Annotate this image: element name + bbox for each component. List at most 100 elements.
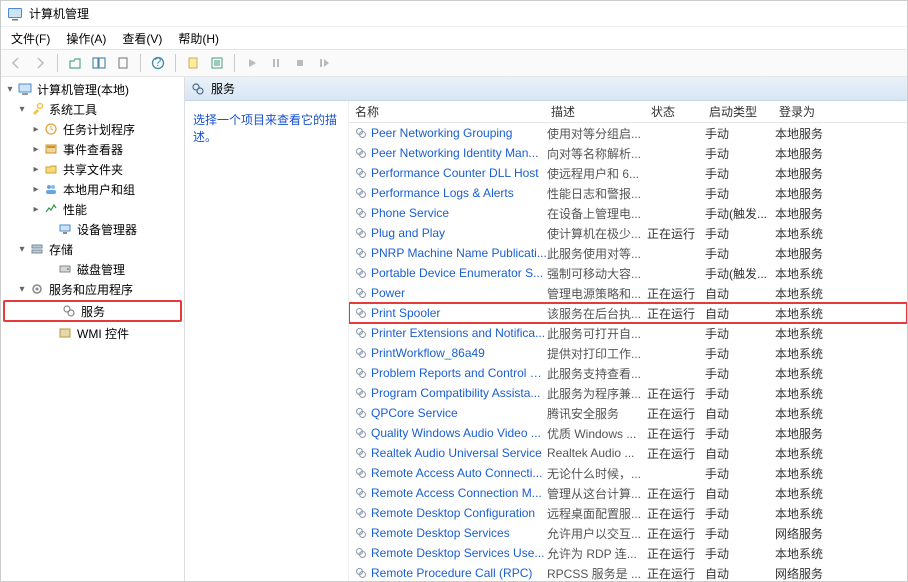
tree-performance[interactable]: ▸ 性能 bbox=[1, 199, 184, 219]
service-desc: 远程桌面配置服... bbox=[547, 505, 647, 522]
tree-wmi[interactable]: WMI 控件 bbox=[1, 323, 184, 343]
tree-root[interactable]: ▾ 计算机管理(本地) bbox=[1, 79, 184, 99]
service-row[interactable]: Realtek Audio Universal ServiceRealtek A… bbox=[349, 443, 907, 463]
service-status: 正在运行 bbox=[647, 485, 705, 502]
pause-service-button[interactable] bbox=[265, 52, 287, 74]
up-level-button[interactable] bbox=[64, 52, 86, 74]
collapse-icon[interactable]: ▾ bbox=[15, 244, 29, 255]
tree-services-apps[interactable]: ▾ 服务和应用程序 bbox=[1, 279, 184, 299]
tree-event-viewer[interactable]: ▸ 事件查看器 bbox=[1, 139, 184, 159]
service-row[interactable]: Remote Access Auto Connecti...无论什么时候，...… bbox=[349, 463, 907, 483]
service-desc: 强制可移动大容... bbox=[547, 265, 647, 282]
menu-action[interactable]: 操作(A) bbox=[58, 30, 114, 47]
tree-device-manager[interactable]: 设备管理器 bbox=[1, 219, 184, 239]
collapse-icon[interactable]: ▾ bbox=[15, 284, 29, 295]
tree-storage[interactable]: ▾ 存储 bbox=[1, 239, 184, 259]
tree-services[interactable]: 服务 bbox=[3, 300, 182, 322]
service-row[interactable]: Printer Extensions and Notifica...此服务可打开… bbox=[349, 323, 907, 343]
service-icon bbox=[353, 165, 369, 181]
col-name[interactable]: 名称 bbox=[351, 103, 547, 120]
export-list-button[interactable] bbox=[112, 52, 134, 74]
service-row[interactable]: Remote Procedure Call (RPC)RPCSS 服务是 ...… bbox=[349, 563, 907, 581]
service-status: 正在运行 bbox=[647, 425, 705, 442]
service-logon: 本地系统 bbox=[775, 385, 835, 402]
service-row[interactable]: Peer Networking Identity Man...向对等名称解析..… bbox=[349, 143, 907, 163]
service-status: 正在运行 bbox=[647, 385, 705, 402]
service-row[interactable]: Remote Desktop Services Use...允许为 RDP 连.… bbox=[349, 543, 907, 563]
service-name: QPCore Service bbox=[371, 406, 547, 420]
service-icon bbox=[353, 385, 369, 401]
service-row[interactable]: Power管理电源策略和...正在运行自动本地系统 bbox=[349, 283, 907, 303]
services-icon bbox=[191, 82, 205, 96]
col-logon[interactable]: 登录为 bbox=[775, 103, 835, 120]
collapse-icon[interactable]: ▾ bbox=[15, 104, 29, 115]
navigation-tree[interactable]: ▾ 计算机管理(本地) ▾ 系统工具 ▸ 任务计划程序 ▸ 事件查看器 ▸ 共享… bbox=[1, 77, 185, 581]
restart-service-button[interactable] bbox=[313, 52, 335, 74]
col-startup[interactable]: 启动类型 bbox=[705, 103, 775, 120]
tree-system-tools[interactable]: ▾ 系统工具 bbox=[1, 99, 184, 119]
service-icon bbox=[353, 345, 369, 361]
service-status: 正在运行 bbox=[647, 565, 705, 582]
toolbar-separator bbox=[57, 54, 58, 72]
service-row[interactable]: Portable Device Enumerator S...强制可移动大容..… bbox=[349, 263, 907, 283]
services-list[interactable]: 名称 描述 状态 启动类型 登录为 Peer Networking Groupi… bbox=[349, 101, 907, 581]
start-service-button[interactable] bbox=[241, 52, 263, 74]
service-desc: 性能日志和警报... bbox=[547, 185, 647, 202]
menu-view[interactable]: 查看(V) bbox=[114, 30, 170, 47]
service-name: Realtek Audio Universal Service bbox=[371, 446, 547, 460]
tree-local-users[interactable]: ▸ 本地用户和组 bbox=[1, 179, 184, 199]
service-status: 正在运行 bbox=[647, 305, 705, 322]
menu-help[interactable]: 帮助(H) bbox=[170, 30, 227, 47]
help-button[interactable]: ? bbox=[147, 52, 169, 74]
service-row[interactable]: Remote Desktop Configuration远程桌面配置服...正在… bbox=[349, 503, 907, 523]
tree-task-scheduler[interactable]: ▸ 任务计划程序 bbox=[1, 119, 184, 139]
service-logon: 本地服务 bbox=[775, 425, 835, 442]
show-hide-tree-button[interactable] bbox=[88, 52, 110, 74]
menu-file[interactable]: 文件(F) bbox=[3, 30, 58, 47]
service-row[interactable]: Peer Networking Grouping使用对等分组启...手动本地服务 bbox=[349, 123, 907, 143]
service-icon bbox=[353, 265, 369, 281]
expand-icon[interactable]: ▸ bbox=[29, 204, 43, 215]
service-row[interactable]: Performance Logs & Alerts性能日志和警报...手动本地服… bbox=[349, 183, 907, 203]
service-row[interactable]: Phone Service在设备上管理电...手动(触发...本地服务 bbox=[349, 203, 907, 223]
service-logon: 本地服务 bbox=[775, 125, 835, 142]
nav-forward-button[interactable] bbox=[29, 52, 51, 74]
refresh-button[interactable] bbox=[206, 52, 228, 74]
col-status[interactable]: 状态 bbox=[647, 103, 705, 120]
tree-label: 存储 bbox=[49, 241, 73, 258]
expand-icon[interactable]: ▸ bbox=[29, 144, 43, 155]
service-startup: 自动 bbox=[705, 405, 775, 422]
service-logon: 本地系统 bbox=[775, 465, 835, 482]
services-apps-icon bbox=[29, 281, 45, 297]
service-row[interactable]: PrintWorkflow_86a49提供对打印工作...手动本地系统 bbox=[349, 343, 907, 363]
service-row[interactable]: Remote Access Connection M...管理从这台计算...正… bbox=[349, 483, 907, 503]
col-desc[interactable]: 描述 bbox=[547, 103, 647, 120]
stop-service-button[interactable] bbox=[289, 52, 311, 74]
service-status: 正在运行 bbox=[647, 225, 705, 242]
service-row[interactable]: Remote Desktop Services允许用户以交互...正在运行手动网… bbox=[349, 523, 907, 543]
nav-back-button[interactable] bbox=[5, 52, 27, 74]
service-row[interactable]: Plug and Play使计算机在极少...正在运行手动本地系统 bbox=[349, 223, 907, 243]
service-row[interactable]: Quality Windows Audio Video ...优质 Window… bbox=[349, 423, 907, 443]
expand-icon[interactable]: ▸ bbox=[29, 164, 43, 175]
service-row[interactable]: Print Spooler该服务在后台执...正在运行自动本地系统 bbox=[349, 303, 907, 323]
service-row[interactable]: Problem Reports and Control Pane...此服务支持… bbox=[349, 363, 907, 383]
expand-icon[interactable]: ▸ bbox=[29, 124, 43, 135]
service-name: PrintWorkflow_86a49 bbox=[371, 346, 547, 360]
tree-shared-folders[interactable]: ▸ 共享文件夹 bbox=[1, 159, 184, 179]
service-icon bbox=[353, 565, 369, 581]
services-list-body[interactable]: Peer Networking Grouping使用对等分组启...手动本地服务… bbox=[349, 123, 907, 581]
service-name: Peer Networking Grouping bbox=[371, 126, 547, 140]
service-row[interactable]: Performance Counter DLL Host使远程用户和 6...手… bbox=[349, 163, 907, 183]
expand-icon[interactable]: ▸ bbox=[29, 184, 43, 195]
column-headers[interactable]: 名称 描述 状态 启动类型 登录为 bbox=[349, 101, 907, 123]
service-desc: 腾讯安全服务 bbox=[547, 405, 647, 422]
service-row[interactable]: Program Compatibility Assista...此服务为程序兼.… bbox=[349, 383, 907, 403]
tree-disk-management[interactable]: 磁盘管理 bbox=[1, 259, 184, 279]
collapse-icon[interactable]: ▾ bbox=[3, 84, 17, 95]
service-row[interactable]: QPCore Service腾讯安全服务正在运行自动本地系统 bbox=[349, 403, 907, 423]
service-row[interactable]: PNRP Machine Name Publicati...此服务使用对等...… bbox=[349, 243, 907, 263]
properties-button[interactable] bbox=[182, 52, 204, 74]
service-startup: 自动 bbox=[705, 445, 775, 462]
service-logon: 本地系统 bbox=[775, 325, 835, 342]
